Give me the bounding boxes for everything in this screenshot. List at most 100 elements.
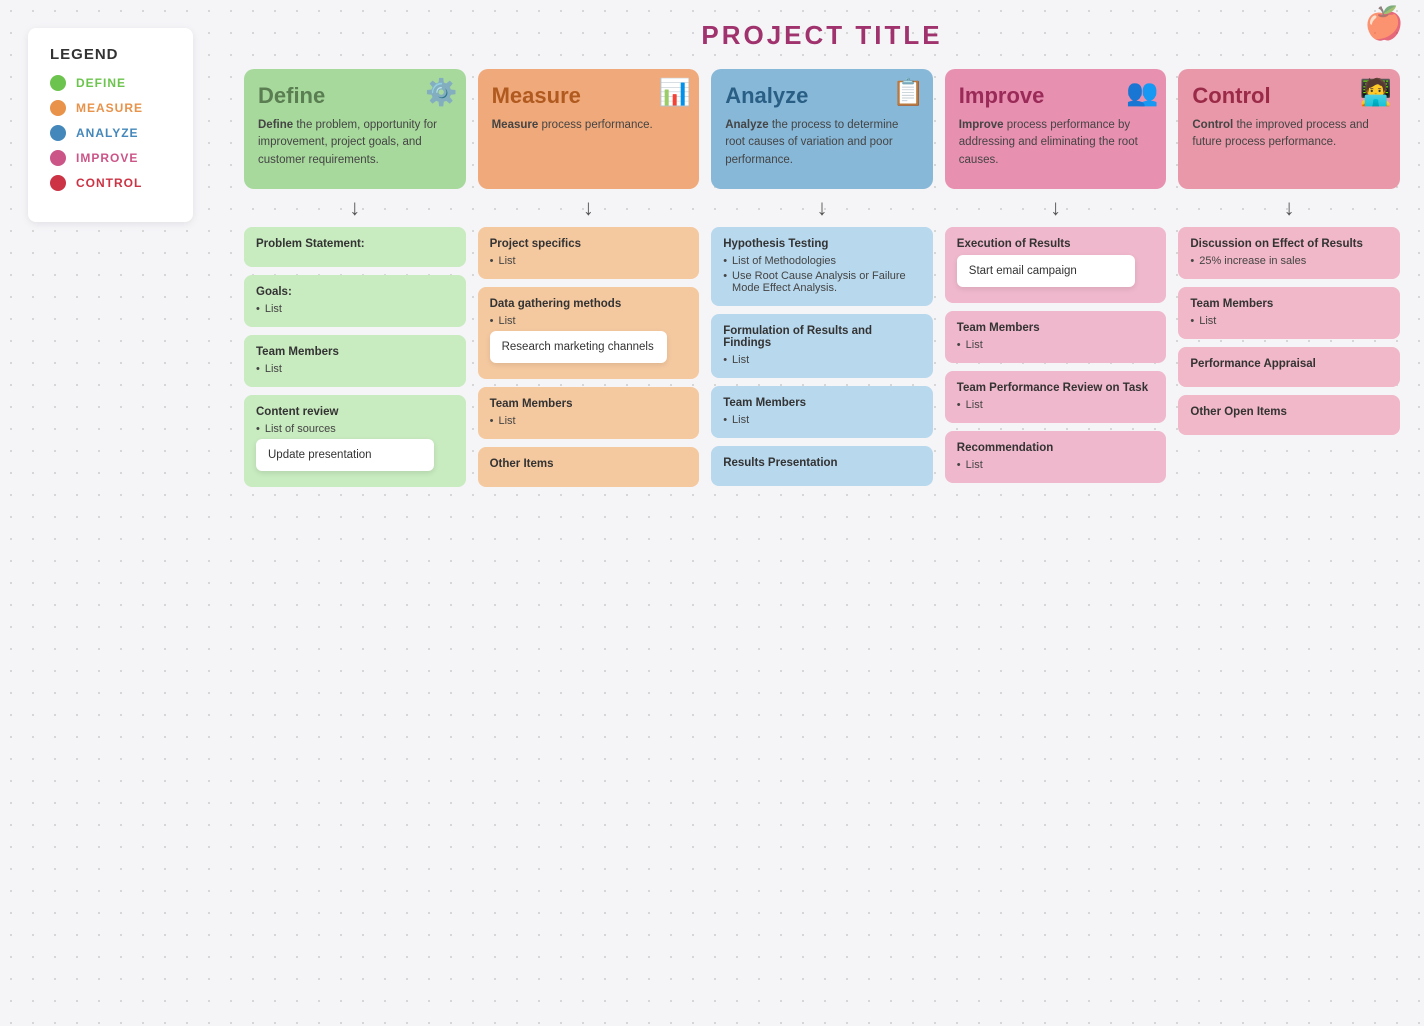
header-card-define: Define ⚙️ Define the problem, opportunit…	[244, 69, 466, 189]
card-body-define: Define the problem, opportunity for impr…	[258, 117, 452, 169]
section-card-control-1: Team Members List	[1178, 287, 1400, 339]
header-card-analyze: Analyze 📋 Analyze the process to determi…	[711, 69, 933, 189]
column-measure: Measure 📊 Measure process performance. ↓…	[478, 69, 700, 495]
legend-dot	[50, 100, 66, 116]
list-item-analyze-2-0: List	[723, 414, 921, 426]
section-title-measure-0: Project specifics	[490, 238, 688, 250]
card-body-analyze: Analyze the process to determine root ca…	[725, 117, 919, 169]
legend-item-improve: IMPROVE	[50, 150, 171, 166]
list-item-measure-1-0: List	[490, 315, 688, 327]
list-item-define-2-0: List	[256, 363, 454, 375]
list-item-measure-0-0: List	[490, 255, 688, 267]
header-card-control: Control 🧑‍💻 Control the improved process…	[1178, 69, 1400, 189]
arrow-define: ↓	[349, 197, 360, 219]
section-card-analyze-0: Hypothesis Testing List of Methodologies U…	[711, 227, 933, 306]
sticky-note-measure-1[interactable]: Research marketing channels	[490, 331, 668, 363]
section-card-control-3: Other Open Items	[1178, 395, 1400, 435]
card-title-define: Define	[258, 83, 452, 109]
section-card-define-2: Team Members List	[244, 335, 466, 387]
legend-label: ANALYZE	[76, 126, 139, 140]
section-title-define-3: Content review	[256, 406, 454, 418]
top-right-decoration: 🍎	[1364, 4, 1404, 42]
sticky-note-define-3[interactable]: Update presentation	[256, 439, 434, 471]
section-card-measure-0: Project specifics List	[478, 227, 700, 279]
legend-item-define: DEFINE	[50, 75, 171, 91]
list-item-measure-2-0: List	[490, 415, 688, 427]
section-card-improve-2: Team Performance Review on Task List	[945, 371, 1167, 423]
list-item-improve-2-0: List	[957, 399, 1155, 411]
legend-label: CONTROL	[76, 176, 142, 190]
section-title-define-0: Problem Statement:	[256, 238, 454, 250]
section-card-improve-1: Team Members List	[945, 311, 1167, 363]
list-item-improve-1-0: List	[957, 339, 1155, 351]
section-title-analyze-1: Formulation of Results and Findings	[723, 325, 921, 349]
sticky-note-improve-0[interactable]: Start email campaign	[957, 255, 1135, 287]
section-title-analyze-3: Results Presentation	[723, 457, 921, 469]
card-body-measure: Measure process performance.	[492, 117, 686, 134]
card-icon-improve: 👥	[1126, 77, 1158, 108]
legend-item-analyze: ANALYZE	[50, 125, 171, 141]
column-improve: Improve 👥 Improve process performance by…	[945, 69, 1167, 491]
section-title-define-1: Goals:	[256, 286, 454, 298]
section-card-improve-3: Recommendation List	[945, 431, 1167, 483]
section-title-measure-1: Data gathering methods	[490, 298, 688, 310]
section-card-measure-2: Team Members List	[478, 387, 700, 439]
card-title-analyze: Analyze	[725, 83, 919, 109]
section-title-analyze-2: Team Members	[723, 397, 921, 409]
card-title-measure: Measure	[492, 83, 686, 109]
section-card-control-0: Discussion on Effect of Results 25% incre…	[1178, 227, 1400, 279]
list-item-control-1-0: List	[1190, 315, 1388, 327]
section-title-define-2: Team Members	[256, 346, 454, 358]
header-card-measure: Measure 📊 Measure process performance.	[478, 69, 700, 189]
list-item-analyze-0-0: List of Methodologies	[723, 255, 921, 267]
column-define: Define ⚙️ Define the problem, opportunit…	[244, 69, 466, 495]
legend-label: DEFINE	[76, 76, 126, 90]
section-card-improve-0: Execution of Results Start email campaign	[945, 227, 1167, 303]
list-item-analyze-1-0: List	[723, 354, 921, 366]
card-body-control: Control the improved process and future …	[1192, 117, 1386, 152]
section-title-improve-2: Team Performance Review on Task	[957, 382, 1155, 394]
section-card-define-3: Content reviewList of sourcesUpdate pres…	[244, 395, 466, 487]
section-title-improve-1: Team Members	[957, 322, 1155, 334]
section-title-control-0: Discussion on Effect of Results	[1190, 238, 1388, 250]
list-item-control-0-0: 25% increase in sales	[1190, 255, 1388, 267]
section-card-measure-3: Other Items	[478, 447, 700, 487]
list-item-analyze-0-1: Use Root Cause Analysis or Failure Mode …	[723, 270, 921, 294]
card-icon-define: ⚙️	[425, 77, 457, 108]
section-card-control-2: Performance Appraisal	[1178, 347, 1400, 387]
legend-dot	[50, 125, 66, 141]
legend: LEGEND DEFINE MEASURE ANALYZE IMPROVE CO…	[28, 28, 193, 222]
header-card-improve: Improve 👥 Improve process performance by…	[945, 69, 1167, 189]
card-icon-control: 🧑‍💻	[1360, 77, 1392, 108]
card-title-improve: Improve	[959, 83, 1153, 109]
section-card-define-1: Goals: List	[244, 275, 466, 327]
section-title-measure-2: Team Members	[490, 398, 688, 410]
section-title-control-1: Team Members	[1190, 298, 1388, 310]
section-title-analyze-0: Hypothesis Testing	[723, 238, 921, 250]
project-title: PROJECT TITLE	[244, 20, 1400, 51]
column-analyze: Analyze 📋 Analyze the process to determi…	[711, 69, 933, 494]
legend-item-measure: MEASURE	[50, 100, 171, 116]
section-card-define-0: Problem Statement:	[244, 227, 466, 267]
arrow-control: ↓	[1284, 197, 1295, 219]
section-title-improve-0: Execution of Results	[957, 238, 1155, 250]
legend-dot	[50, 175, 66, 191]
section-card-analyze-3: Results Presentation	[711, 446, 933, 486]
legend-label: MEASURE	[76, 101, 143, 115]
section-card-analyze-1: Formulation of Results and Findings List	[711, 314, 933, 378]
card-body-improve: Improve process performance by addressin…	[959, 117, 1153, 169]
section-card-analyze-2: Team Members List	[711, 386, 933, 438]
legend-title: LEGEND	[50, 46, 171, 63]
legend-label: IMPROVE	[76, 151, 138, 165]
list-item-define-1-0: List	[256, 303, 454, 315]
arrow-measure: ↓	[583, 197, 594, 219]
card-icon-analyze: 📋	[892, 77, 924, 108]
legend-item-control: CONTROL	[50, 175, 171, 191]
columns-wrapper: Define ⚙️ Define the problem, opportunit…	[244, 69, 1400, 495]
card-icon-measure: 📊	[659, 77, 691, 108]
section-title-control-3: Other Open Items	[1190, 406, 1388, 418]
card-title-control: Control	[1192, 83, 1386, 109]
arrow-improve: ↓	[1050, 197, 1061, 219]
section-title-improve-3: Recommendation	[957, 442, 1155, 454]
list-item-improve-3-0: List	[957, 459, 1155, 471]
